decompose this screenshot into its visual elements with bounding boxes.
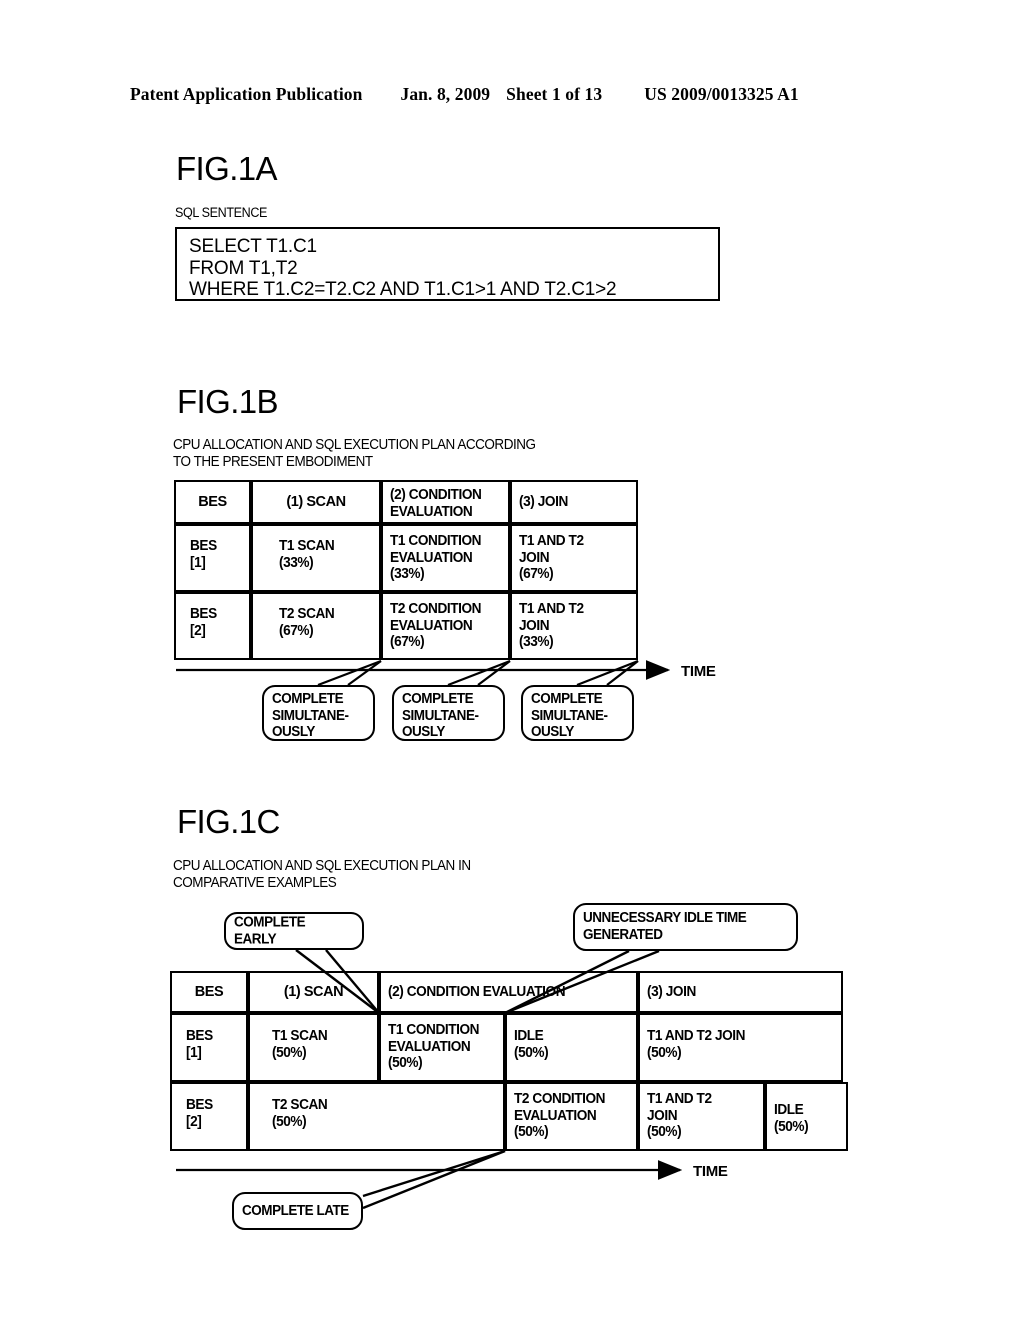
fig1c-callout-unnecessary-idle: UNNECESSARY IDLE TIME GENERATED: [573, 903, 798, 951]
fig1c-caption: CPU ALLOCATION AND SQL EXECUTION PLAN IN…: [173, 858, 471, 891]
fig1b-row1-bes: BES [1]: [174, 524, 251, 592]
fig1b-leader-1a: [317, 659, 382, 687]
fig1c-header-scan: (1) SCAN: [248, 971, 379, 1013]
fig1b-row1-scan: T1 SCAN (33%): [251, 524, 381, 592]
fig1c-row1-bes: BES [1]: [170, 1013, 248, 1082]
fig1b-row2-condition: T2 CONDITION EVALUATION (67%): [381, 592, 510, 660]
header-date: Jan. 8, 2009: [400, 84, 491, 104]
fig1b-row2-bes: BES [2]: [174, 592, 251, 660]
fig1c-row2-idle: IDLE (50%): [765, 1082, 848, 1151]
fig1b-leader-2b: [477, 660, 511, 686]
fig1b-leader-1b: [347, 660, 382, 686]
fig1c-time-label: TIME: [693, 1163, 728, 1180]
fig1c-leader-late-a: [362, 1149, 506, 1198]
fig1c-row2-scan: T2 SCAN (50%): [248, 1082, 505, 1151]
fig1b-header-scan: (1) SCAN: [251, 480, 381, 524]
header-sheet: Sheet 1 of 13: [506, 84, 603, 104]
fig1a-sql-label: SQL SENTENCE: [175, 205, 268, 220]
page-header: Patent Application Publication Jan. 8, 20…: [130, 84, 890, 110]
patent-figure-page: Patent Application Publication Jan. 8, 20…: [0, 0, 1024, 1320]
fig1b-row2-join: T1 AND T2 JOIN (33%): [510, 592, 638, 660]
fig1c-callout-complete-late: COMPLETE LATE: [232, 1192, 363, 1230]
fig1b-caption: CPU ALLOCATION AND SQL EXECUTION PLAN AC…: [173, 437, 536, 470]
fig1b-callout-2: COMPLETE SIMULTANE- OUSLY: [392, 685, 505, 741]
fig1c-row2-join: T1 AND T2 JOIN (50%): [638, 1082, 765, 1151]
fig1c-row2-condition: T2 CONDITION EVALUATION (50%): [505, 1082, 638, 1151]
fig1b-callout-1: COMPLETE SIMULTANE- OUSLY: [262, 685, 375, 741]
fig1c-row1-condition: T1 CONDITION EVALUATION (50%): [379, 1013, 505, 1082]
fig1c-row2-bes: BES [2]: [170, 1082, 248, 1151]
fig1b-callout-3: COMPLETE SIMULTANE- OUSLY: [521, 685, 634, 741]
fig1b-header-join: (3) JOIN: [510, 480, 638, 524]
fig1c-row1-scan: T1 SCAN (50%): [248, 1013, 379, 1082]
fig1c-header-join: (3) JOIN: [638, 971, 843, 1013]
fig1b-leader-2a: [447, 659, 511, 687]
fig1c-header-bes: BES: [170, 971, 248, 1013]
fig1c-row1-join: T1 AND T2 JOIN (50%): [638, 1013, 843, 1082]
fig1b-leader-3a: [576, 659, 639, 687]
fig1a-sql-box: SELECT T1.C1 FROM T1,T2 WHERE T1.C2=T2.C…: [175, 227, 720, 301]
fig1b-time-label: TIME: [681, 663, 716, 680]
fig1b-row1-join: T1 AND T2 JOIN (67%): [510, 524, 638, 592]
fig1b-row1-condition: T1 CONDITION EVALUATION (33%): [381, 524, 510, 592]
fig1b-row2-scan: T2 SCAN (67%): [251, 592, 381, 660]
fig1c-callout-complete-early: COMPLETE EARLY: [224, 912, 364, 950]
fig1c-header-condition: (2) CONDITION EVALUATION: [379, 971, 638, 1013]
fig1b-header-condition: (2) CONDITION EVALUATION: [381, 480, 510, 524]
header-patent-number: US 2009/0013325 A1: [644, 84, 799, 104]
fig1a-sql-text: SELECT T1.C1 FROM T1,T2 WHERE T1.C2=T2.C…: [189, 236, 617, 300]
fig1c-row1-idle: IDLE (50%): [505, 1013, 638, 1082]
fig1b-title: FIG.1B: [177, 383, 279, 420]
fig1b-header-bes: BES: [174, 480, 251, 524]
fig1a-title: FIG.1A: [176, 150, 278, 187]
fig1c-title: FIG.1C: [177, 803, 280, 840]
fig1b-leader-3b: [606, 660, 639, 686]
header-publication: Patent Application Publication: [130, 84, 363, 104]
fig1c-leader-late-b: [362, 1149, 506, 1210]
